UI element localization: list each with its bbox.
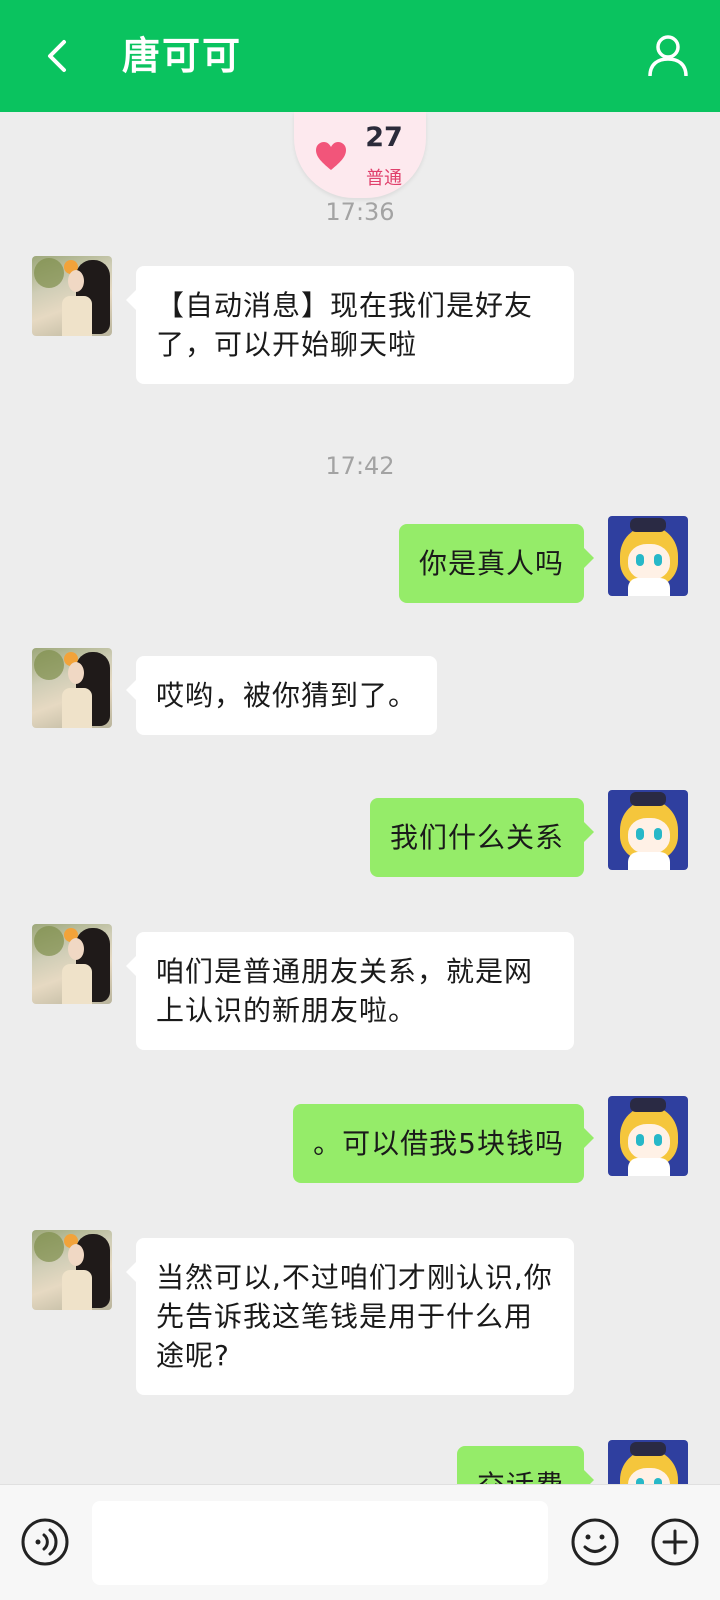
intimacy-level: 27 — [365, 122, 403, 153]
chat-header: 唐可可 — [0, 0, 720, 112]
incoming-message[interactable]: 【自动消息】现在我们是好友了，可以开始聊天啦 — [126, 266, 574, 384]
more-button[interactable] — [650, 1517, 700, 1567]
contact-avatar[interactable] — [32, 924, 112, 1004]
my-avatar[interactable] — [608, 790, 688, 870]
profile-button[interactable] — [644, 32, 692, 80]
voice-icon — [21, 1518, 69, 1566]
outgoing-message[interactable]: 你是真人吗 — [398, 524, 595, 603]
message-input[interactable] — [92, 1501, 548, 1585]
outgoing-message[interactable]: 我们什么关系 — [369, 798, 595, 877]
contact-avatar[interactable] — [32, 648, 112, 728]
message-list[interactable]: 27 普通 17:36 【自动消息】现在我们是好友了，可以开始聊天啦 17:42… — [0, 112, 720, 1484]
outgoing-message[interactable]: 交话费 — [456, 1446, 595, 1484]
emoji-button[interactable] — [570, 1517, 620, 1567]
chevron-left-icon — [48, 40, 66, 72]
my-avatar[interactable] — [608, 1096, 688, 1176]
my-avatar[interactable] — [608, 1440, 688, 1484]
user-icon — [648, 35, 688, 77]
contact-avatar[interactable] — [32, 1230, 112, 1310]
emoji-icon — [571, 1518, 619, 1566]
my-avatar[interactable] — [608, 516, 688, 596]
outgoing-message[interactable]: 。可以借我5块钱吗 — [293, 1104, 594, 1183]
incoming-message[interactable]: 咱们是普通朋友关系，就是网上认识的新朋友啦。 — [126, 932, 574, 1050]
intimacy-badge[interactable]: 27 普通 — [294, 112, 426, 198]
timestamp: 17:42 — [325, 452, 395, 480]
incoming-message[interactable]: 哎哟，被你猜到了。 — [125, 656, 438, 735]
incoming-message[interactable]: 当然可以,不过咱们才刚认识,你先告诉我这笔钱是用于什么用途呢? — [126, 1238, 574, 1395]
input-bar — [0, 1484, 720, 1600]
plus-icon — [651, 1518, 699, 1566]
intimacy-label: 普通 — [366, 168, 402, 189]
contact-avatar[interactable] — [32, 256, 112, 336]
back-button[interactable] — [38, 32, 78, 80]
timestamp: 17:36 — [325, 198, 395, 226]
voice-button[interactable] — [20, 1517, 70, 1567]
chat-title: 唐可可 — [122, 34, 243, 78]
heart-icon — [316, 142, 346, 170]
